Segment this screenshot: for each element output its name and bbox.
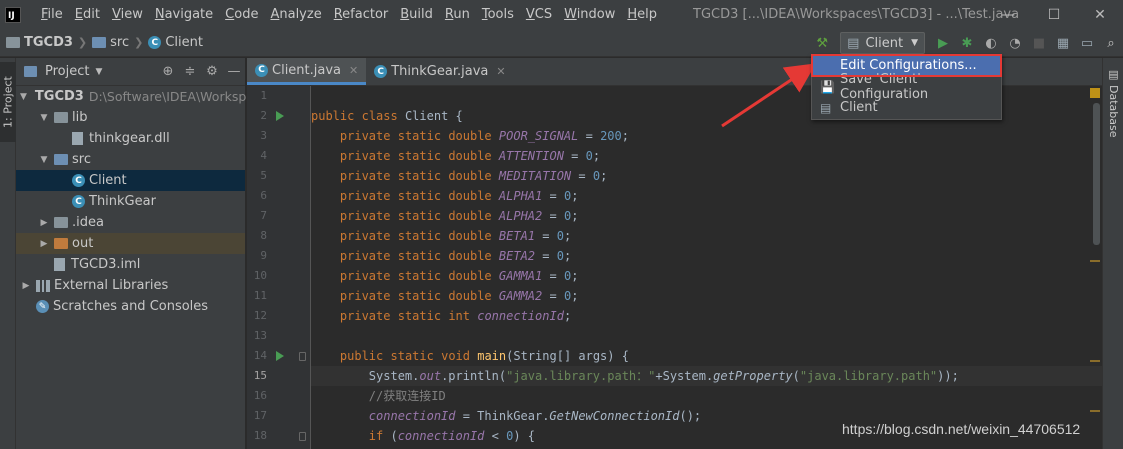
menu-item-label: Save 'Client' Configuration bbox=[840, 71, 929, 102]
run-config-dropdown: Edit Configurations... 💾 Save 'Client' Con… bbox=[811, 54, 1002, 120]
save-icon: 💾 bbox=[820, 79, 835, 94]
save-configuration-item[interactable]: 💾 Save 'Client' Configuration bbox=[812, 72, 1001, 102]
menu-item-label: Client bbox=[840, 100, 878, 115]
run-config-icon: ▤ bbox=[820, 100, 832, 115]
watermark: https://blog.csdn.net/weixin_44706512 bbox=[842, 421, 1081, 437]
